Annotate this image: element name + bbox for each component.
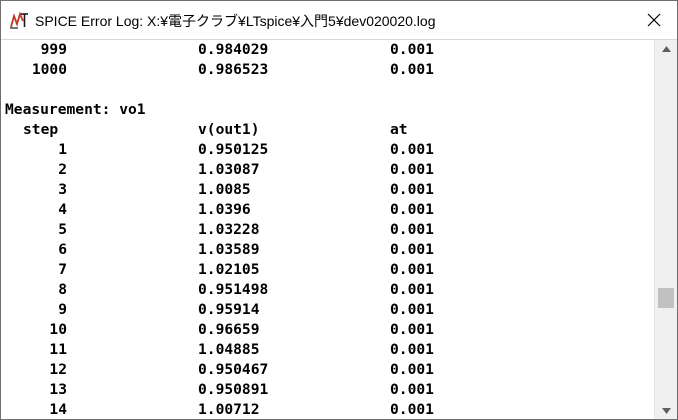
measurement-rows: 1 0.950125 0.001 2 1.03087 0.001 3 1.0085 0.001 4… xyxy=(5,140,434,419)
at-cell: 0.001 xyxy=(390,61,434,78)
log-row: 999 0.984029 0.001 xyxy=(5,40,434,60)
log-row: 7 1.02105 0.001 xyxy=(5,260,434,280)
log-row: 5 1.03228 0.001 xyxy=(5,220,434,240)
header-at: at xyxy=(390,121,408,138)
at-cell: 0.001 xyxy=(390,141,434,158)
header-step: step xyxy=(23,121,59,138)
step-cell: 1 xyxy=(58,141,67,158)
step-cell: 8 xyxy=(58,281,67,298)
value-cell: 0.986523 xyxy=(198,61,269,78)
step-cell: 7 xyxy=(58,261,67,278)
step-cell: 5 xyxy=(58,221,67,238)
scroll-track[interactable] xyxy=(655,57,677,402)
step-cell: 13 xyxy=(49,381,67,398)
arrow-up-icon xyxy=(661,45,671,52)
at-cell: 0.001 xyxy=(390,161,434,178)
at-cell: 0.001 xyxy=(390,201,434,218)
log-row: 9 0.95914 0.001 xyxy=(5,300,434,320)
title-bar[interactable]: SPICE Error Log: X:¥電子クラブ¥LTspice¥入門5¥de… xyxy=(1,1,677,39)
scroll-thumb[interactable] xyxy=(658,288,674,308)
at-cell: 0.001 xyxy=(390,241,434,258)
log-row: 12 0.950467 0.001 xyxy=(5,360,434,380)
step-cell: 3 xyxy=(58,181,67,198)
at-cell: 0.001 xyxy=(390,381,434,398)
log-text: 999 0.984029 0.001 1000 0.986523 0.001 M… xyxy=(5,40,434,419)
log-row: 3 1.0085 0.001 xyxy=(5,180,434,200)
at-cell: 0.001 xyxy=(390,341,434,358)
log-row: 13 0.950891 0.001 xyxy=(5,380,434,400)
log-row: 2 1.03087 0.001 xyxy=(5,160,434,180)
value-cell: 1.0396 xyxy=(198,201,251,218)
value-cell: 1.00712 xyxy=(198,401,260,418)
value-cell: 1.04885 xyxy=(198,341,260,358)
value-cell: 1.03087 xyxy=(198,161,260,178)
log-row: 1 0.950125 0.001 xyxy=(5,140,434,160)
value-cell: 0.96659 xyxy=(198,321,260,338)
at-cell: 0.001 xyxy=(390,301,434,318)
value-cell: 0.984029 xyxy=(198,41,269,58)
step-cell: 2 xyxy=(58,161,67,178)
scroll-up-button[interactable] xyxy=(655,40,677,57)
log-row: 10 0.96659 0.001 xyxy=(5,320,434,340)
at-cell: 0.001 xyxy=(390,41,434,58)
log-row: 14 1.00712 0.001 xyxy=(5,400,434,419)
value-cell: 0.950467 xyxy=(198,361,269,378)
scroll-down-button[interactable] xyxy=(655,402,677,419)
error-log-window: SPICE Error Log: X:¥電子クラブ¥LTspice¥入門5¥de… xyxy=(0,0,678,420)
arrow-down-icon xyxy=(661,407,671,414)
log-text-area[interactable]: 999 0.984029 0.001 1000 0.986523 0.001 M… xyxy=(1,40,655,419)
value-cell: 0.951498 xyxy=(198,281,269,298)
close-icon xyxy=(647,13,661,27)
step-cell: 12 xyxy=(49,361,67,378)
value-cell: 0.950891 xyxy=(198,381,269,398)
value-cell: 1.03589 xyxy=(198,241,260,258)
column-headers: step v(out1) at xyxy=(5,120,408,140)
step-cell: 11 xyxy=(49,341,67,358)
log-row: 8 0.951498 0.001 xyxy=(5,280,434,300)
at-cell: 0.001 xyxy=(390,361,434,378)
step-cell: 6 xyxy=(58,241,67,258)
value-cell: 0.950125 xyxy=(198,141,269,158)
at-cell: 0.001 xyxy=(390,261,434,278)
measurement-title: Measurement: vo1 xyxy=(5,101,146,118)
log-row: 6 1.03589 0.001 xyxy=(5,240,434,260)
step-cell: 999 xyxy=(40,41,67,58)
step-cell: 10 xyxy=(49,321,67,338)
step-cell: 14 xyxy=(49,401,67,418)
log-row: 4 1.0396 0.001 xyxy=(5,200,434,220)
vertical-scrollbar[interactable] xyxy=(654,40,677,419)
at-cell: 0.001 xyxy=(390,401,434,418)
header-value: v(out1) xyxy=(198,121,260,138)
value-cell: 1.03228 xyxy=(198,221,260,238)
log-row: 11 1.04885 0.001 xyxy=(5,340,434,360)
value-cell: 1.0085 xyxy=(198,181,251,198)
value-cell: 1.02105 xyxy=(198,261,260,278)
close-button[interactable] xyxy=(631,1,677,39)
at-cell: 0.001 xyxy=(390,221,434,238)
window-title: SPICE Error Log: X:¥電子クラブ¥LTspice¥入門5¥de… xyxy=(35,13,436,29)
step-cell: 1000 xyxy=(31,61,67,78)
at-cell: 0.001 xyxy=(390,321,434,338)
at-cell: 0.001 xyxy=(390,281,434,298)
log-row: 1000 0.986523 0.001 xyxy=(5,60,434,80)
ltspice-icon xyxy=(10,11,28,29)
step-cell: 4 xyxy=(58,201,67,218)
value-cell: 0.95914 xyxy=(198,301,260,318)
step-cell: 9 xyxy=(58,301,67,318)
at-cell: 0.001 xyxy=(390,181,434,198)
